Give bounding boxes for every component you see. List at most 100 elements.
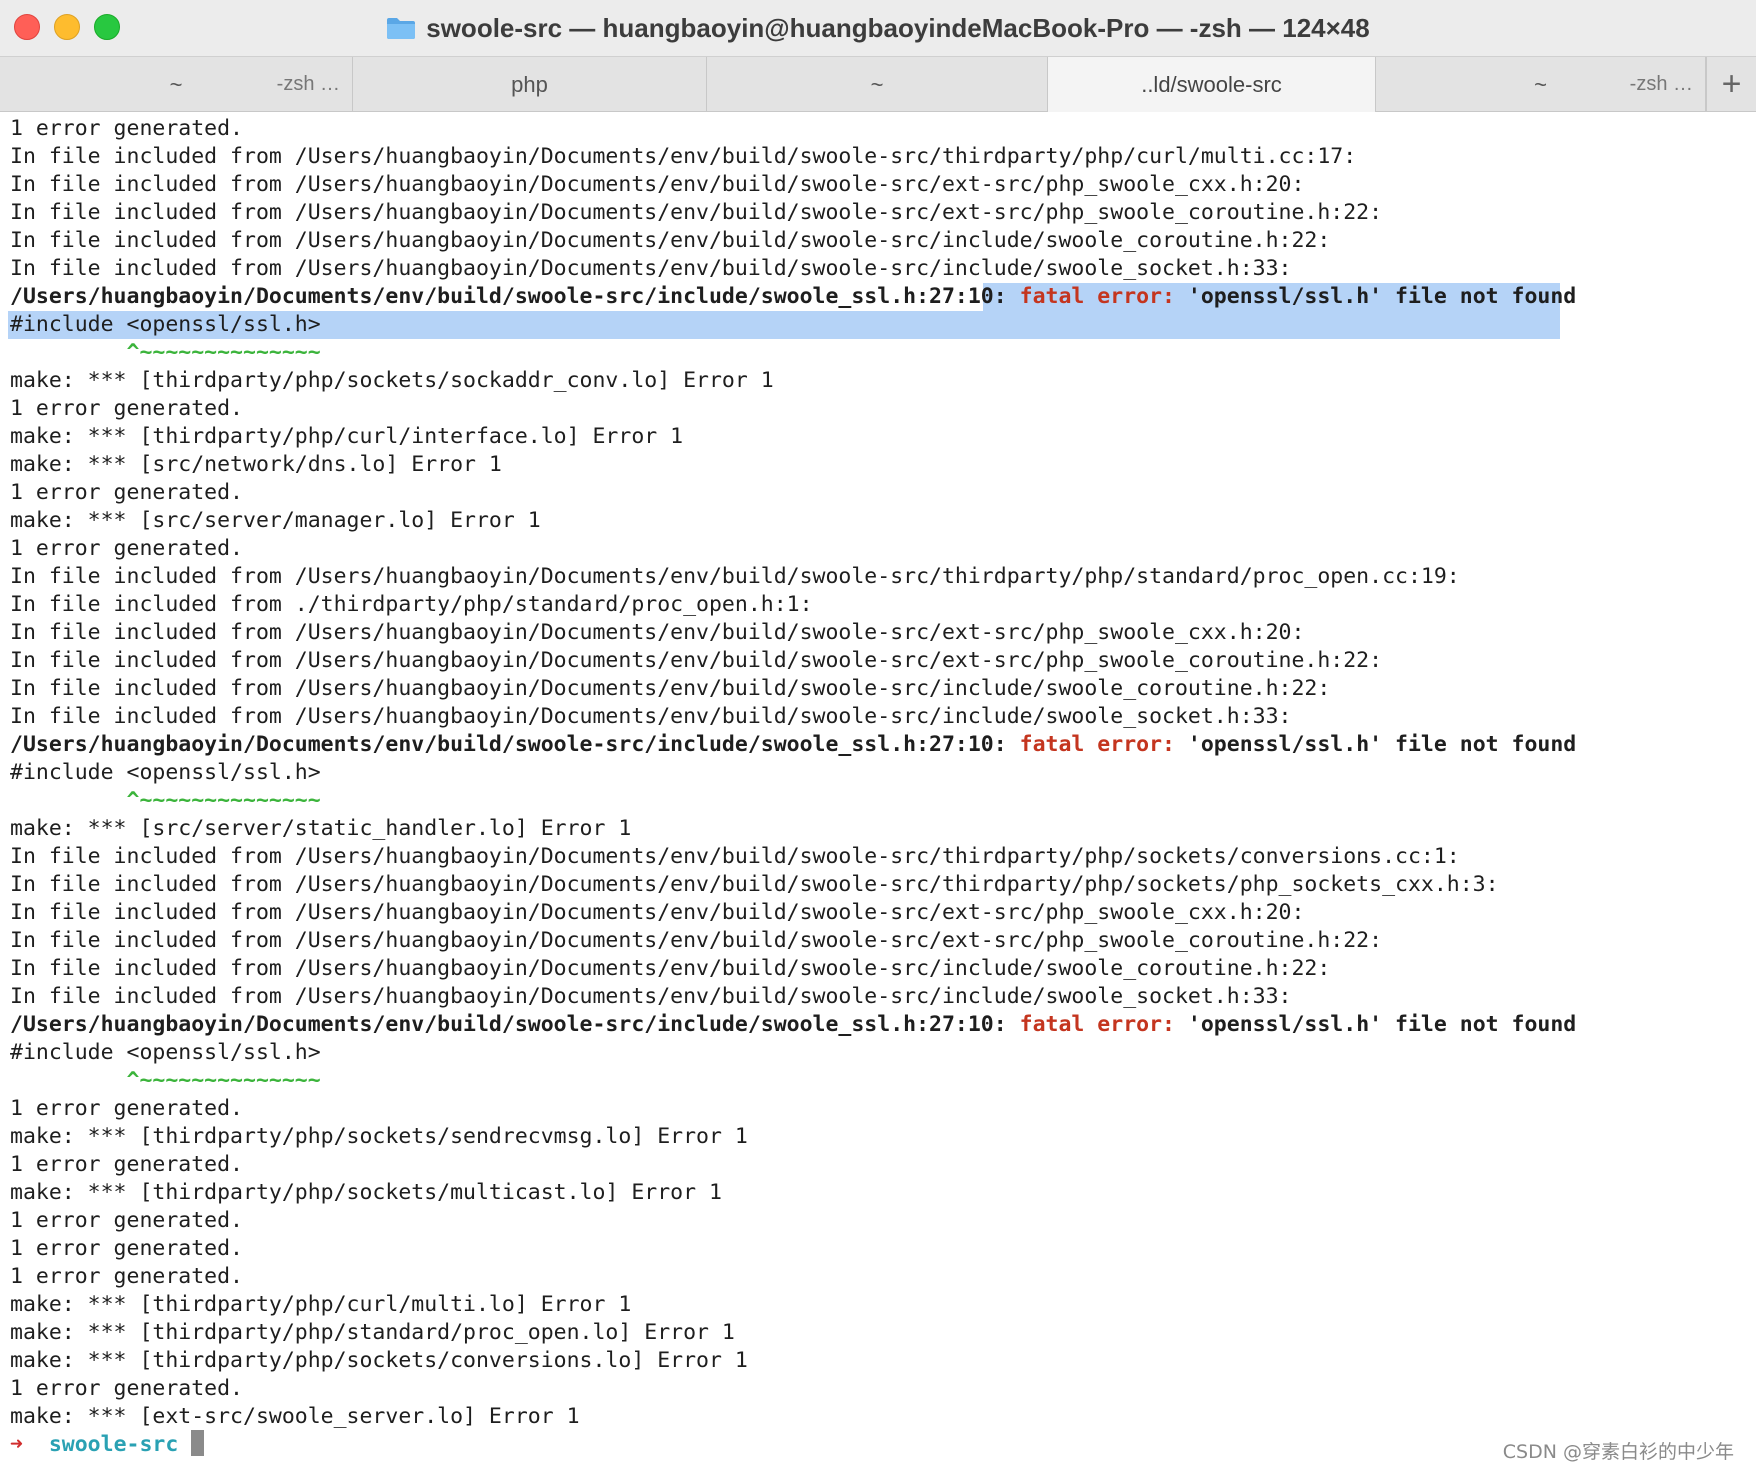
terminal-line: In file included from /Users/huangbaoyin… <box>10 703 1750 731</box>
terminal-line: /Users/huangbaoyin/Documents/env/build/s… <box>10 1011 1750 1039</box>
terminal-line: /Users/huangbaoyin/Documents/env/build/s… <box>10 731 1750 759</box>
terminal-line: make: *** [thirdparty/php/curl/multi.lo]… <box>10 1291 1750 1319</box>
line-text: make: *** [thirdparty/php/curl/multi.lo]… <box>10 1292 632 1317</box>
terminal-line: In file included from /Users/huangbaoyin… <box>10 171 1750 199</box>
tab-process: -zsh … <box>276 73 340 95</box>
line-text: /Users/huangbaoyin/Documents/env/build/s… <box>10 284 1020 309</box>
terminal-line: 1 error generated. <box>10 1151 1750 1179</box>
watermark: CSDN @穿素白衫的中少年 <box>1502 1441 1734 1463</box>
terminal-line: In file included from /Users/huangbaoyin… <box>10 647 1750 675</box>
tab-bar: ~ -zsh … php ~ ..ld/swoole-src ~ -zsh … … <box>0 56 1756 112</box>
line-text: In file included from /Users/huangbaoyin… <box>10 956 1331 981</box>
line-text: /Users/huangbaoyin/Documents/env/build/s… <box>10 1012 1020 1037</box>
tab-label: php <box>511 71 548 97</box>
tab-home[interactable]: ~ <box>707 57 1048 112</box>
line-text: In file included from ./thirdparty/php/s… <box>10 592 813 617</box>
window-title: swoole-src — huangbaoyin@huangbaoyindeMa… <box>426 12 1370 43</box>
terminal-line: make: *** [ext-src/swoole_server.lo] Err… <box>10 1403 1750 1431</box>
terminal-line: 1 error generated. <box>10 479 1750 507</box>
terminal-line: /Users/huangbaoyin/Documents/env/build/s… <box>10 283 1750 311</box>
line-text: In file included from /Users/huangbaoyin… <box>10 648 1383 673</box>
terminal-line: make: *** [thirdparty/php/sockets/multic… <box>10 1179 1750 1207</box>
line-text: /Users/huangbaoyin/Documents/env/build/s… <box>10 732 1020 757</box>
tab-php[interactable]: php <box>353 57 707 112</box>
terminal-line: ^~~~~~~~~~~~~~~ <box>10 1067 1750 1095</box>
fatal-error-label: fatal error: <box>1019 1012 1188 1037</box>
text-cursor <box>191 1430 205 1456</box>
terminal-line: make: *** [src/server/manager.lo] Error … <box>10 507 1750 535</box>
line-text: In file included from /Users/huangbaoyin… <box>10 172 1305 197</box>
tab-process: -zsh … <box>1629 73 1693 95</box>
terminal-line: In file included from /Users/huangbaoyin… <box>10 675 1750 703</box>
line-text: 1 error generated. <box>10 1376 243 1401</box>
fatal-error-label: fatal error: <box>1019 732 1188 757</box>
terminal-line: 1 error generated. <box>10 1095 1750 1123</box>
terminal-line: In file included from /Users/huangbaoyin… <box>10 983 1750 1011</box>
line-text: In file included from /Users/huangbaoyin… <box>10 564 1460 589</box>
terminal-line: #include <openssl/ssl.h> <box>10 759 1750 787</box>
line-text: #include <openssl/ssl.h> <box>10 760 321 785</box>
line-text: In file included from /Users/huangbaoyin… <box>10 144 1357 169</box>
terminal-line: In file included from /Users/huangbaoyin… <box>10 619 1750 647</box>
line-text: make: *** [thirdparty/php/sockets/conver… <box>10 1348 748 1373</box>
terminal-line: 1 error generated. <box>10 1235 1750 1263</box>
line-text: #include <openssl/ssl.h> <box>10 312 321 337</box>
line-text: In file included from /Users/huangbaoyin… <box>10 900 1305 925</box>
new-tab-button[interactable]: + <box>1706 57 1756 112</box>
line-text: 1 error generated. <box>10 1152 243 1177</box>
terminal-line: In file included from /Users/huangbaoyin… <box>10 563 1750 591</box>
line-text: In file included from /Users/huangbaoyin… <box>10 620 1305 645</box>
prompt-arrow-icon: ➜ <box>10 1432 23 1457</box>
terminal-line: In file included from /Users/huangbaoyin… <box>10 871 1750 899</box>
tab-swoole-src[interactable]: ..ld/swoole-src <box>1048 57 1376 112</box>
terminal-line: In file included from /Users/huangbaoyin… <box>10 843 1750 871</box>
terminal-line: In file included from /Users/huangbaoyin… <box>10 143 1750 171</box>
line-text: In file included from /Users/huangbaoyin… <box>10 928 1383 953</box>
terminal-line: make: *** [src/network/dns.lo] Error 1 <box>10 451 1750 479</box>
line-text: In file included from /Users/huangbaoyin… <box>10 200 1383 225</box>
line-text: make: *** [src/server/manager.lo] Error … <box>10 508 541 533</box>
title-bar[interactable]: swoole-src — huangbaoyin@huangbaoyindeMa… <box>0 0 1756 56</box>
tab-home-zsh[interactable]: ~ -zsh … <box>0 57 353 112</box>
terminal-window: swoole-src — huangbaoyin@huangbaoyindeMa… <box>0 0 1756 1470</box>
terminal-line: In file included from /Users/huangbaoyin… <box>10 227 1750 255</box>
terminal-line: 1 error generated. <box>10 1207 1750 1235</box>
line-text: make: *** [thirdparty/php/sockets/sockad… <box>10 368 774 393</box>
terminal-line: #include <openssl/ssl.h> <box>10 1039 1750 1067</box>
line-text: make: *** [thirdparty/php/curl/interface… <box>10 424 684 449</box>
prompt-directory: swoole-src <box>48 1432 179 1457</box>
line-text: 1 error generated. <box>10 116 243 141</box>
tab-label: ..ld/swoole-src <box>1141 71 1282 97</box>
terminal-output[interactable]: 1 error generated. In file included from … <box>8 115 1750 1459</box>
folder-icon <box>386 16 416 40</box>
line-text: 1 error generated. <box>10 1208 243 1233</box>
line-text: 'openssl/ssl.h' file not found <box>1187 284 1577 309</box>
terminal-line: ^~~~~~~~~~~~~~~ <box>10 339 1750 367</box>
terminal-line: ^~~~~~~~~~~~~~~ <box>10 787 1750 815</box>
line-text: In file included from /Users/huangbaoyin… <box>10 704 1292 729</box>
fatal-error-label: fatal error: <box>1019 284 1188 309</box>
line-text: 1 error generated. <box>10 1236 243 1261</box>
line-text: make: *** [src/network/dns.lo] Error 1 <box>10 452 502 477</box>
tab-home-zsh-2[interactable]: ~ -zsh … <box>1376 57 1706 112</box>
line-text: In file included from /Users/huangbaoyin… <box>10 844 1460 869</box>
line-text: make: *** [thirdparty/php/standard/proc_… <box>10 1320 735 1345</box>
line-text: make: *** [ext-src/swoole_server.lo] Err… <box>10 1404 580 1429</box>
line-text: 'openssl/ssl.h' file not found <box>1187 1012 1577 1037</box>
terminal-line: make: *** [thirdparty/php/sockets/sendre… <box>10 1123 1750 1151</box>
line-text: 1 error generated. <box>10 1264 243 1289</box>
prompt-line[interactable]: ➜ swoole-src <box>10 1430 1750 1459</box>
line-text: 1 error generated. <box>10 480 243 505</box>
line-text: 1 error generated. <box>10 396 243 421</box>
error-caret: ^~~~~~~~~~~~~~~ <box>10 1068 321 1093</box>
line-text: In file included from /Users/huangbaoyin… <box>10 984 1292 1009</box>
terminal-line: In file included from /Users/huangbaoyin… <box>10 255 1750 283</box>
terminal-line: make: *** [thirdparty/php/curl/interface… <box>10 423 1750 451</box>
line-text: In file included from /Users/huangbaoyin… <box>10 872 1499 897</box>
line-text: 1 error generated. <box>10 536 243 561</box>
line-text: 'openssl/ssl.h' file not found <box>1187 732 1577 757</box>
terminal-line: In file included from /Users/huangbaoyin… <box>10 199 1750 227</box>
terminal-line: 1 error generated. <box>10 535 1750 563</box>
line-text: #include <openssl/ssl.h> <box>10 1040 321 1065</box>
terminal-line: 1 error generated. <box>10 115 1750 143</box>
